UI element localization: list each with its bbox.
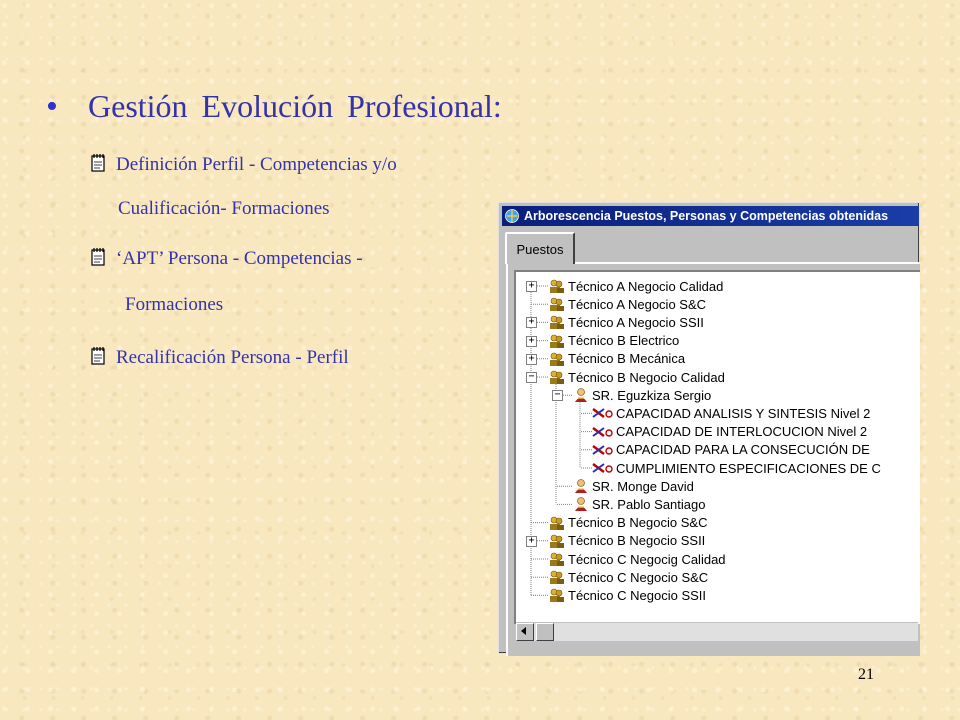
- tree-node[interactable]: Técnico B Negocio S&C: [548, 514, 707, 532]
- tree-node[interactable]: SR. Pablo Santiago: [572, 495, 705, 513]
- sub-item-text: ‘APT’ Persona - Competencias -: [116, 248, 363, 269]
- tree-node[interactable]: CAPACIDAD DE INTERLOCUCION Nivel 2: [592, 423, 867, 441]
- sub-item-continuation: Cualificación- Formaciones: [118, 198, 330, 219]
- expand-node-icon[interactable]: +: [526, 335, 537, 347]
- window-title: Arborescencia Puestos, Personas y Compet…: [524, 209, 889, 223]
- tree-node-label: Técnico B Mecánica: [568, 351, 686, 367]
- tree-node[interactable]: Técnico C Negocig Calidad: [548, 550, 726, 568]
- tree-node-label: Técnico A Negocio SSII: [568, 314, 704, 330]
- sub-item-definicion: Definición Perfil - Competencias y/o: [88, 152, 397, 177]
- workers-icon: [548, 533, 566, 549]
- expand-node-icon[interactable]: +: [526, 535, 537, 547]
- tree-node-label: CAPACIDAD ANALISIS Y SINTESIS Nivel 2: [616, 405, 871, 421]
- scroll-left-arrow-icon: [521, 627, 526, 635]
- horizontal-scrollbar[interactable]: [516, 622, 918, 641]
- tree-node[interactable]: Técnico A Negocio Calidad: [548, 277, 723, 295]
- tree-view[interactable]: + Técnico A Negocio Calidad Técnico A Nego…: [514, 270, 920, 624]
- notepad-bullet-icon: [91, 347, 105, 365]
- tree-node-label: SR. Eguzkiza Sergio: [592, 387, 712, 403]
- sub-item-apt: ‘APT’ Persona - Competencias -: [88, 246, 363, 271]
- tree-node[interactable]: CAPACIDAD ANALISIS Y SINTESIS Nivel 2: [592, 404, 870, 422]
- workers-icon: [548, 278, 566, 294]
- tree-node-label: Técnico B Electrico: [568, 333, 680, 349]
- slide-title: Gestión Evolución Profesional:: [88, 88, 502, 124]
- tree-node[interactable]: SR. Monge David: [572, 477, 694, 495]
- tree-node[interactable]: Técnico A Negocio S&C: [548, 295, 706, 313]
- app-globe-icon: [505, 209, 519, 223]
- collapse-node-icon[interactable]: −: [552, 390, 563, 402]
- competency-icon: [592, 425, 614, 439]
- collapse-node-icon[interactable]: −: [526, 372, 537, 383]
- tree-node[interactable]: Técnico C Negocio S&C: [548, 568, 708, 586]
- tab-puestos[interactable]: Puestos: [505, 232, 575, 264]
- window-titlebar[interactable]: Arborescencia Puestos, Personas y Compet…: [502, 206, 919, 226]
- workers-icon: [548, 296, 566, 312]
- tree-node[interactable]: Técnico C Negocio SSII: [548, 586, 706, 604]
- tree-node-label: Técnico C Negocio SSII: [568, 587, 707, 603]
- tree-node-label: CUMPLIMIENTO ESPECIFICACIONES DE C: [616, 460, 881, 476]
- workers-icon: [548, 587, 566, 603]
- tree-node[interactable]: CAPACIDAD PARA LA CONSECUCIÓN DE: [592, 441, 870, 459]
- tree-node-label: Técnico A Negocio S&C: [568, 296, 707, 312]
- tree-node-label: CAPACIDAD PARA LA CONSECUCIÓN DE: [616, 442, 870, 458]
- tree-node[interactable]: Técnico A Negocio SSII: [548, 313, 704, 331]
- notepad-bullet-icon: [91, 154, 105, 172]
- competency-icon: [592, 461, 614, 475]
- expand-node-icon[interactable]: +: [526, 317, 537, 329]
- tree-node-label: SR. Pablo Santiago: [592, 496, 706, 512]
- sub-item-text: Recalificación Persona - Perfil: [116, 347, 349, 368]
- tree-node-label: Técnico A Negocio Calidad: [568, 278, 724, 294]
- tree-node-label: Técnico C Negocig Calidad: [568, 551, 726, 567]
- expand-node-icon[interactable]: +: [526, 353, 537, 365]
- scroll-thumb[interactable]: [536, 623, 554, 641]
- tree-node[interactable]: Técnico B Electrico: [548, 332, 679, 350]
- tree-node-label: SR. Monge David: [592, 478, 694, 494]
- title-bullet: •: [46, 87, 58, 125]
- tree-node[interactable]: Técnico B Mecánica: [548, 350, 685, 368]
- workers-icon: [548, 333, 566, 349]
- workers-icon: [548, 515, 566, 531]
- person-icon: [572, 496, 590, 512]
- slide-title-row: • Gestión Evolución Profesional:: [46, 88, 502, 125]
- page-number: 21: [858, 666, 874, 683]
- competency-icon: [592, 406, 614, 420]
- person-icon: [572, 387, 590, 403]
- sub-item-continuation: Formaciones: [125, 294, 224, 315]
- tree-node[interactable]: CUMPLIMIENTO ESPECIFICACIONES DE C: [592, 459, 881, 477]
- tree-node-label: Técnico B Negocio Calidad: [568, 369, 725, 385]
- tree-node[interactable]: SR. Eguzkiza Sergio: [572, 386, 711, 404]
- scroll-left-button[interactable]: [516, 623, 534, 641]
- workers-icon: [548, 569, 566, 585]
- workers-icon: [548, 351, 566, 367]
- tree-node[interactable]: Técnico B Negocio Calidad: [548, 368, 725, 386]
- tree-node-label: Técnico B Negocio SSII: [568, 533, 706, 549]
- workers-icon: [548, 314, 566, 330]
- sub-item-recalificacion: Recalificación Persona - Perfil: [88, 345, 349, 370]
- workers-icon: [548, 369, 566, 385]
- workers-icon: [548, 551, 566, 567]
- notepad-bullet-icon: [91, 248, 105, 266]
- competency-icon: [592, 443, 614, 457]
- tree-node-label: Técnico C Negocio S&C: [568, 569, 709, 585]
- expand-node-icon[interactable]: +: [526, 281, 537, 292]
- tree-node-label: Técnico B Negocio S&C: [568, 515, 708, 531]
- sub-item-text: Definición Perfil - Competencias y/o: [116, 154, 397, 175]
- person-icon: [572, 478, 590, 494]
- tree-node-label: CAPACIDAD DE INTERLOCUCION Nivel 2: [616, 424, 868, 440]
- tree-node[interactable]: Técnico B Negocio SSII: [548, 532, 705, 550]
